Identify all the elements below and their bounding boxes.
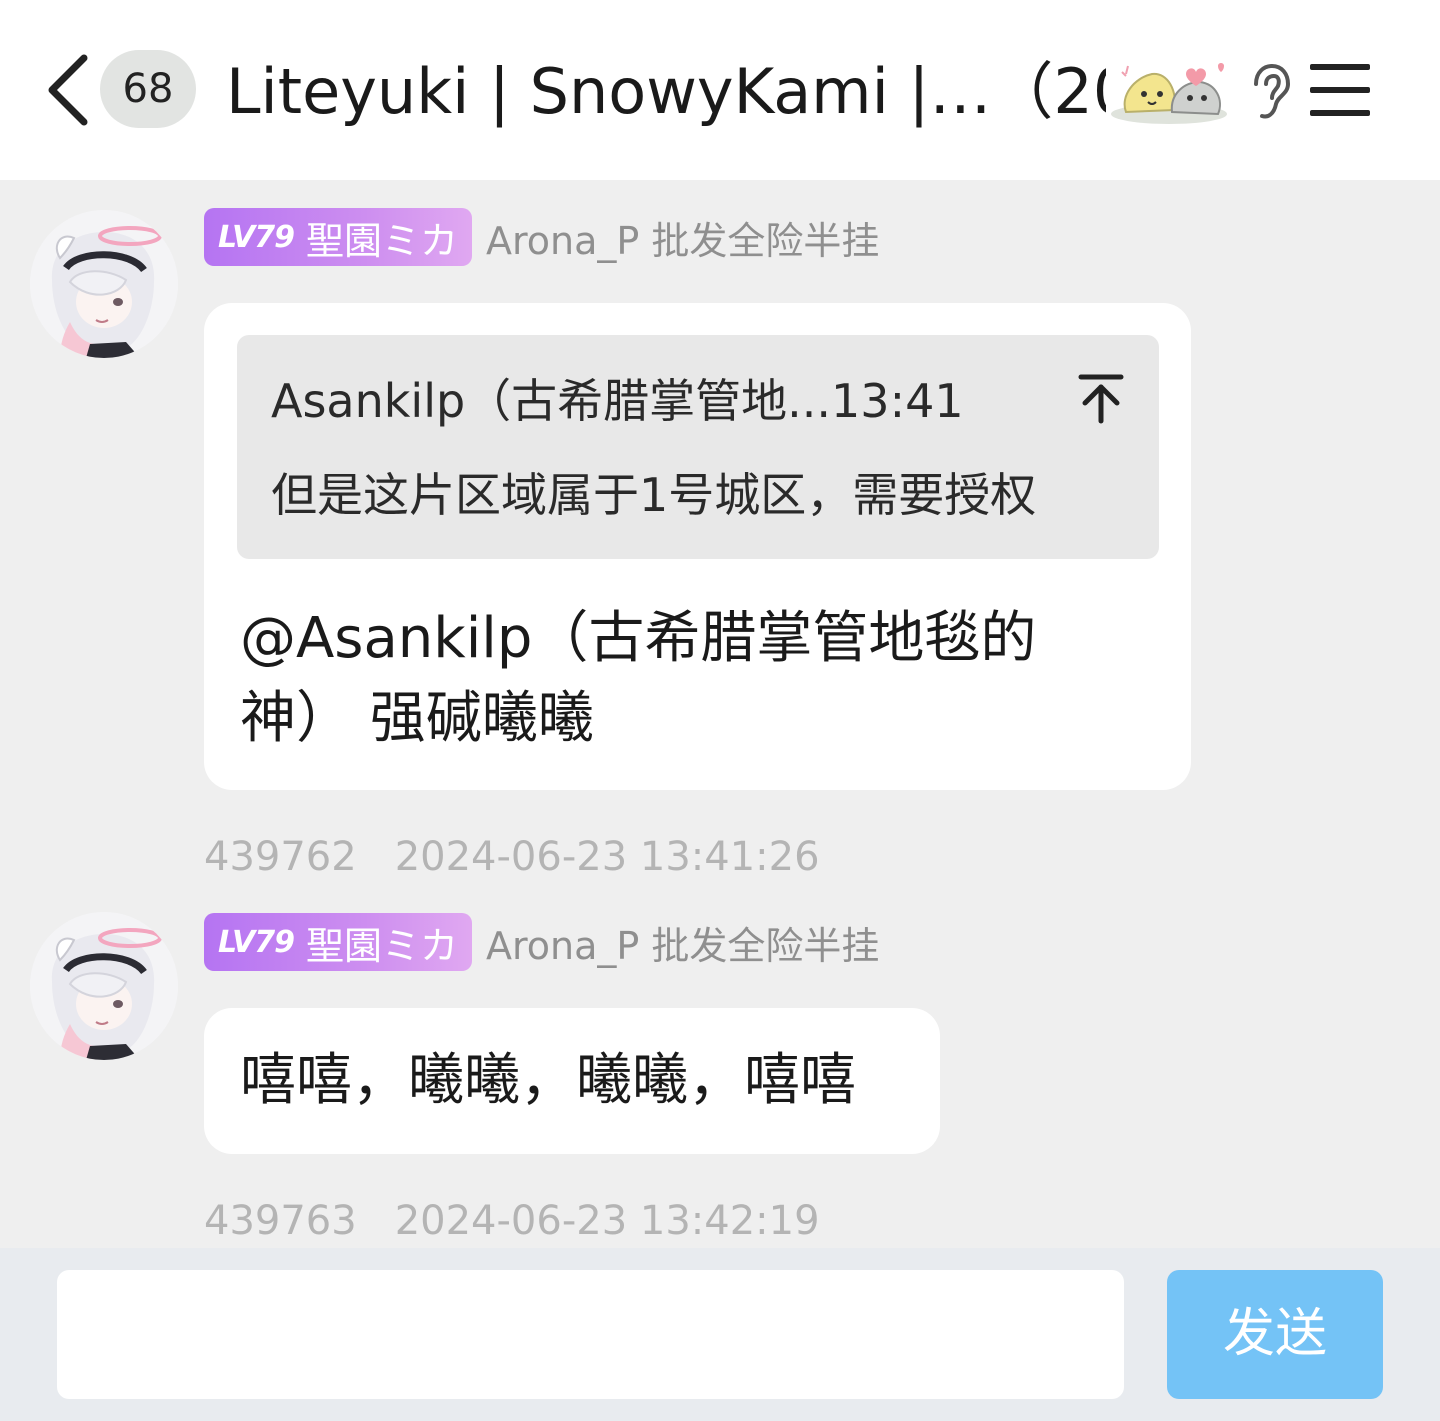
sender-nickname[interactable]: Arona_P 批发全险半挂 bbox=[486, 210, 879, 265]
sender-avatar[interactable] bbox=[30, 912, 178, 1060]
level-title: 聖園ミカ bbox=[305, 923, 458, 968]
message-bubble[interactable]: Asankilp（古希腊掌管地...13:41 但是这片区域属于1号城区，需要授… bbox=[204, 303, 1191, 790]
group-sticker-icon[interactable] bbox=[1106, 52, 1232, 128]
chat-screen: 68 Liteyuki | SnowyKami |…（204） bbox=[0, 0, 1440, 1421]
chat-header: 68 Liteyuki | SnowyKami |…（204） bbox=[0, 0, 1440, 180]
level-title: 聖園ミカ bbox=[305, 218, 458, 263]
back-arrow-icon[interactable] bbox=[40, 52, 96, 128]
quoted-author-time: Asankilp（古希腊掌管地...13:41 bbox=[271, 374, 964, 428]
message-timestamp: 2024-06-23 13:42:19 bbox=[394, 1198, 820, 1244]
jump-to-top-icon[interactable] bbox=[1077, 373, 1125, 425]
message-bubble[interactable]: 嘻嘻，曦曦，曦曦，嘻嘻 bbox=[204, 1008, 940, 1154]
composer-bar: 发送 bbox=[0, 1248, 1440, 1421]
chat-title[interactable]: Liteyuki | SnowyKami |…（204） bbox=[226, 50, 1106, 134]
quoted-reply[interactable]: Asankilp（古希腊掌管地...13:41 但是这片区域属于1号城区，需要授… bbox=[237, 335, 1159, 559]
message-text: @Asankilp（古希腊掌管地毯的神） 强碱曦曦 bbox=[240, 606, 1037, 751]
message-id: 439762 bbox=[204, 834, 357, 880]
level-number: LV79 bbox=[218, 924, 295, 960]
message-meta: 439763 2024-06-23 13:42:19 bbox=[204, 1196, 820, 1246]
member-level-badge[interactable]: LV79 聖園ミカ bbox=[204, 913, 472, 971]
message-meta: 439762 2024-06-23 13:41:26 bbox=[204, 832, 820, 882]
message-sender-row: LV79 聖園ミカ Arona_P 批发全险半挂 bbox=[204, 913, 879, 971]
message-text: 嘻嘻，曦曦，曦曦，嘻嘻 bbox=[240, 1048, 856, 1113]
quoted-text: 但是这片区域属于1号城区，需要授权 bbox=[271, 468, 1037, 522]
message-timestamp: 2024-06-23 13:41:26 bbox=[394, 834, 820, 880]
message-input[interactable] bbox=[57, 1270, 1124, 1399]
send-button[interactable]: 发送 bbox=[1167, 1270, 1383, 1399]
unread-count-badge[interactable]: 68 bbox=[100, 50, 196, 128]
level-number: LV79 bbox=[218, 219, 295, 255]
member-level-badge[interactable]: LV79 聖園ミカ bbox=[204, 208, 472, 266]
message-sender-row: LV79 聖園ミカ Arona_P 批发全险半挂 bbox=[204, 208, 879, 266]
sender-avatar[interactable] bbox=[30, 210, 178, 358]
message-id: 439763 bbox=[204, 1198, 357, 1244]
menu-icon[interactable] bbox=[1308, 60, 1372, 120]
listen-ear-icon[interactable] bbox=[1246, 62, 1292, 122]
sender-nickname[interactable]: Arona_P 批发全险半挂 bbox=[486, 915, 879, 970]
